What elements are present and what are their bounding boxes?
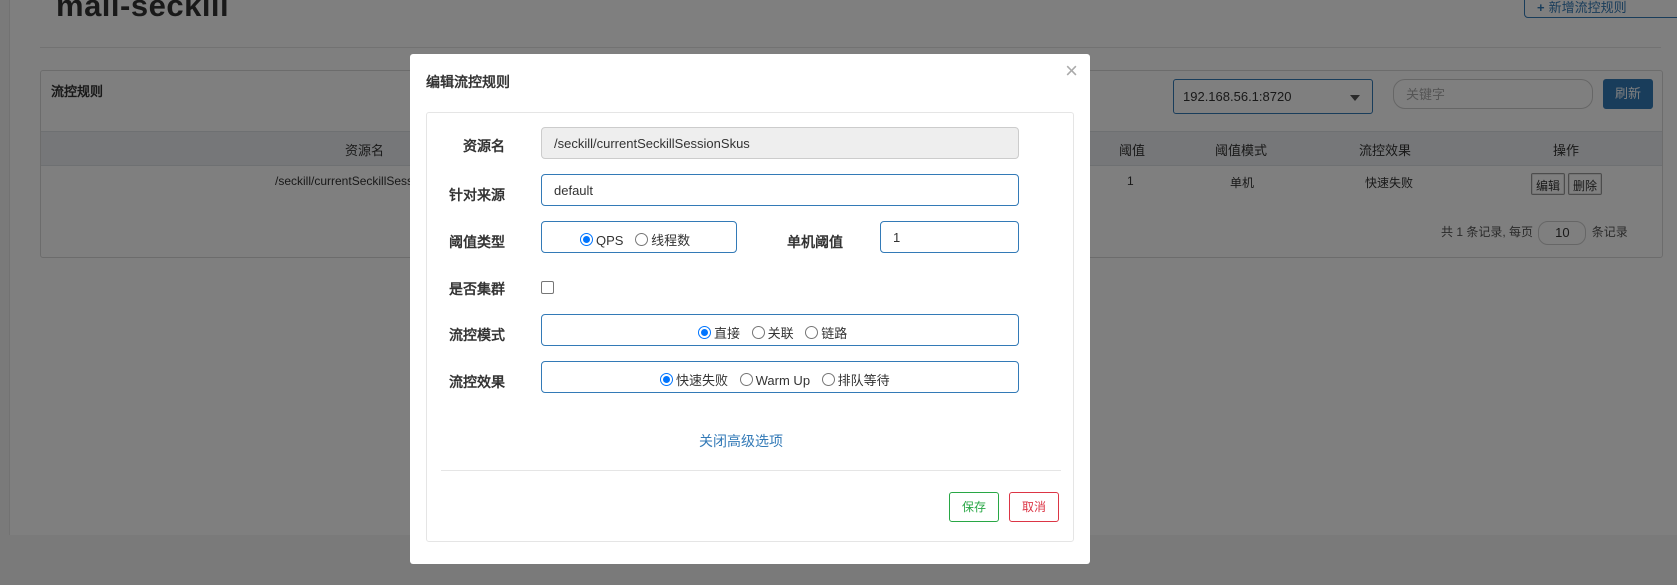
effect-label: 流控效果 bbox=[449, 374, 505, 390]
resource-label: 资源名 bbox=[463, 138, 505, 154]
effect-options: 快速失败 Warm Up 排队等待 bbox=[660, 370, 898, 389]
strategy-options: 直接 关联 链路 bbox=[698, 323, 855, 342]
cancel-button[interactable]: 取消 bbox=[1009, 492, 1059, 522]
resource-name-value: /seckill/currentSeckillSessionSkus bbox=[554, 136, 750, 151]
radio-checked-icon bbox=[698, 326, 711, 339]
radio-unchecked-icon bbox=[821, 373, 835, 386]
save-button[interactable]: 保存 bbox=[949, 492, 999, 522]
effect-option-queue[interactable]: 排队等待 bbox=[821, 373, 890, 388]
threshold-count-value: 1 bbox=[893, 230, 901, 245]
grade-option-thread[interactable]: 线程数 bbox=[635, 233, 690, 248]
dialog-title: 编辑流控规则 bbox=[426, 74, 510, 90]
strategy-option-chain[interactable]: 链路 bbox=[805, 326, 847, 341]
radio-unchecked-icon bbox=[635, 233, 649, 246]
effect-option-queue-label: 排队等待 bbox=[837, 373, 890, 388]
close-icon[interactable]: × bbox=[1065, 58, 1078, 84]
effect-option-fail-fast[interactable]: 快速失败 bbox=[660, 373, 728, 388]
dialog-form: 资源名 /seckill/currentSeckillSessionSkus 针… bbox=[426, 112, 1074, 542]
threshold-count-input[interactable]: 1 bbox=[880, 221, 1019, 253]
radio-unchecked-icon bbox=[739, 373, 753, 386]
resource-name-field: /seckill/currentSeckillSessionSkus bbox=[541, 127, 1019, 159]
cluster-label: 是否集群 bbox=[449, 281, 505, 297]
strategy-option-direct-label: 直接 bbox=[714, 326, 741, 341]
cluster-checkbox[interactable] bbox=[541, 281, 554, 294]
strategy-option-chain-label: 链路 bbox=[821, 326, 848, 341]
close-advanced-options-link[interactable]: 关闭高级选项 bbox=[699, 431, 783, 451]
grade-label: 阈值类型 bbox=[449, 234, 505, 250]
radio-checked-icon bbox=[580, 233, 593, 246]
limit-origin-input[interactable]: default bbox=[541, 174, 1019, 206]
grade-option-qps-label: QPS bbox=[596, 233, 624, 248]
dialog-footer-divider bbox=[441, 470, 1061, 471]
count-label: 单机阈值 bbox=[787, 234, 843, 250]
radio-checked-icon bbox=[660, 373, 673, 386]
radio-unchecked-icon bbox=[751, 326, 765, 339]
strategy-radio-group: 直接 关联 链路 bbox=[541, 314, 1019, 346]
grade-radio-group: QPS 线程数 bbox=[541, 221, 737, 253]
strategy-option-direct[interactable]: 直接 bbox=[698, 326, 740, 341]
effect-option-warm-up[interactable]: Warm Up bbox=[739, 373, 811, 388]
strategy-label: 流控模式 bbox=[449, 327, 505, 343]
origin-label: 针对来源 bbox=[449, 187, 505, 203]
effect-option-warm-up-label: Warm Up bbox=[755, 373, 811, 388]
edit-flow-rule-dialog: 编辑流控规则 × 资源名 /seckill/currentSeckillSess… bbox=[410, 54, 1090, 564]
effect-radio-group: 快速失败 Warm Up 排队等待 bbox=[541, 361, 1019, 393]
effect-option-fail-fast-label: 快速失败 bbox=[676, 373, 729, 388]
grade-option-thread-label: 线程数 bbox=[651, 233, 691, 248]
grade-option-qps[interactable]: QPS bbox=[580, 233, 623, 248]
limit-origin-value: default bbox=[554, 183, 594, 198]
strategy-option-relate-label: 关联 bbox=[767, 326, 794, 341]
strategy-option-relate[interactable]: 关联 bbox=[751, 326, 794, 341]
radio-unchecked-icon bbox=[805, 326, 819, 339]
grade-options: QPS 线程数 bbox=[580, 230, 698, 249]
